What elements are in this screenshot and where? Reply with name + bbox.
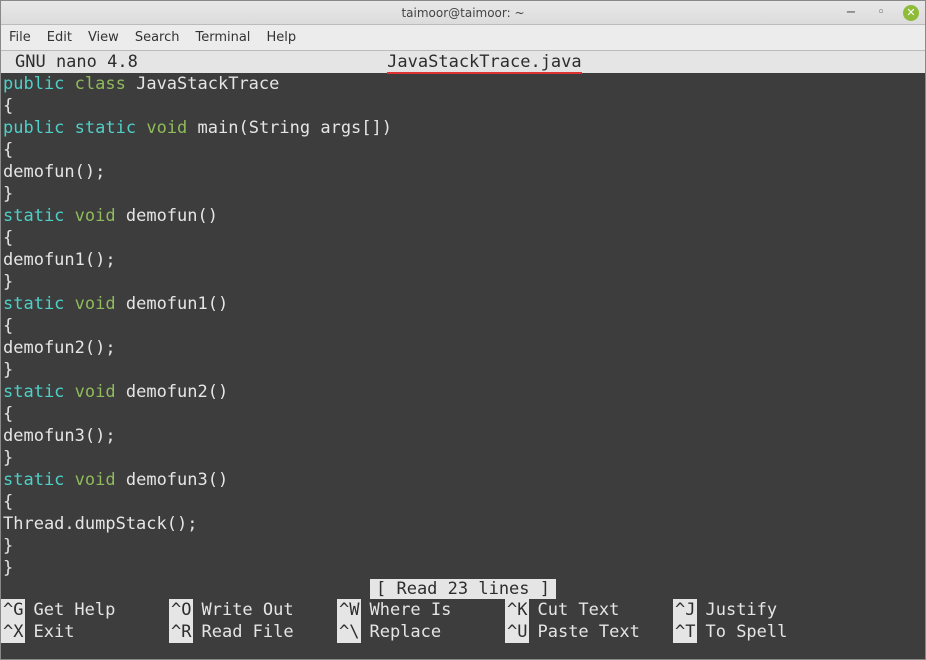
code-line: demofun(); — [3, 161, 925, 183]
shortcut-key: ^R — [169, 621, 193, 643]
shortcut: ^R Read File — [169, 621, 337, 643]
code-line: } — [3, 557, 925, 579]
shortcut-label: Write Out — [201, 599, 293, 621]
code-line: Thread.dumpStack(); — [3, 513, 925, 535]
menu-view[interactable]: View — [88, 30, 119, 45]
shortcut: ^W Where Is — [337, 599, 505, 621]
menu-edit[interactable]: Edit — [47, 30, 72, 45]
nano-footer: ^G Get Help ^O Write Out ^W Where Is ^K Cut Tex… — [1, 599, 925, 643]
shortcut: ^X Exit — [1, 621, 169, 643]
shortcut-key: ^\ — [337, 621, 361, 643]
code-line: { — [3, 227, 925, 249]
shortcut-key: ^O — [169, 599, 193, 621]
menu-search[interactable]: Search — [135, 30, 180, 45]
shortcut-label: Exit — [33, 621, 74, 643]
shortcut-key: ^U — [505, 621, 529, 643]
shortcut: ^U Paste Text — [505, 621, 673, 643]
shortcut-row: ^X Exit ^R Read File ^\ Replace ^U Paste Text ^T… — [1, 621, 925, 643]
shortcut-label: Replace — [369, 621, 441, 643]
code-line: public static void main(String args[]) — [3, 117, 925, 139]
code-line: } — [3, 359, 925, 381]
shortcut-label: Justify — [705, 599, 777, 621]
shortcut-row: ^G Get Help ^O Write Out ^W Where Is ^K Cut Tex… — [1, 599, 925, 621]
menu-terminal[interactable]: Terminal — [195, 30, 250, 45]
code-line: { — [3, 403, 925, 425]
title-bar: taimoor@taimoor: ~ − ◦ ✕ — [1, 1, 925, 25]
shortcut-label: Paste Text — [537, 621, 639, 643]
code-line: } — [3, 535, 925, 557]
shortcut: ^J Justify — [673, 599, 841, 621]
shortcut: ^G Get Help — [1, 599, 169, 621]
nano-header: GNU nano 4.8 JavaStackTrace.java — [1, 51, 925, 73]
shortcut: ^O Write Out — [169, 599, 337, 621]
shortcut: ^K Cut Text — [505, 599, 673, 621]
code-line: { — [3, 95, 925, 117]
editor-area[interactable]: public class JavaStackTrace{public stati… — [1, 73, 925, 579]
menu-file[interactable]: File — [9, 30, 31, 45]
code-line: } — [3, 447, 925, 469]
shortcut: ^\ Replace — [337, 621, 505, 643]
code-line: demofun3(); — [3, 425, 925, 447]
shortcut-label: Read File — [201, 621, 293, 643]
window-title: taimoor@taimoor: ~ — [401, 6, 524, 20]
shortcut-key: ^T — [673, 621, 697, 643]
code-line: static void demofun2() — [3, 381, 925, 403]
shortcut-label: Get Help — [33, 599, 115, 621]
code-line: static void demofun1() — [3, 293, 925, 315]
shortcut-key: ^J — [673, 599, 697, 621]
code-line: public class JavaStackTrace — [3, 73, 925, 95]
code-line: demofun1(); — [3, 249, 925, 271]
minimize-button[interactable]: − — [843, 5, 859, 21]
shortcut-label: To Spell — [705, 621, 787, 643]
shortcut-key: ^G — [1, 599, 25, 621]
shortcut-label: Cut Text — [537, 599, 619, 621]
code-line: } — [3, 183, 925, 205]
code-line: { — [3, 139, 925, 161]
maximize-button[interactable]: ◦ — [873, 5, 889, 21]
close-button[interactable]: ✕ — [903, 5, 919, 21]
menu-help[interactable]: Help — [266, 30, 296, 45]
menu-bar: File Edit View Search Terminal Help — [1, 25, 925, 51]
code-line: static void demofun() — [3, 205, 925, 227]
shortcut-label: Where Is — [369, 599, 451, 621]
window-controls: − ◦ ✕ — [843, 5, 919, 21]
code-line: { — [3, 315, 925, 337]
nano-filename: JavaStackTrace.java — [48, 52, 921, 72]
shortcut-key: ^W — [337, 599, 361, 621]
code-line: static void demofun3() — [3, 469, 925, 491]
shortcut-key: ^K — [505, 599, 529, 621]
status-text: [ Read 23 lines ] — [370, 579, 556, 599]
status-line: [ Read 23 lines ] — [1, 579, 925, 599]
shortcut-key: ^X — [1, 621, 25, 643]
code-line: { — [3, 491, 925, 513]
code-line: } — [3, 271, 925, 293]
code-line: demofun2(); — [3, 337, 925, 359]
shortcut: ^T To Spell — [673, 621, 841, 643]
